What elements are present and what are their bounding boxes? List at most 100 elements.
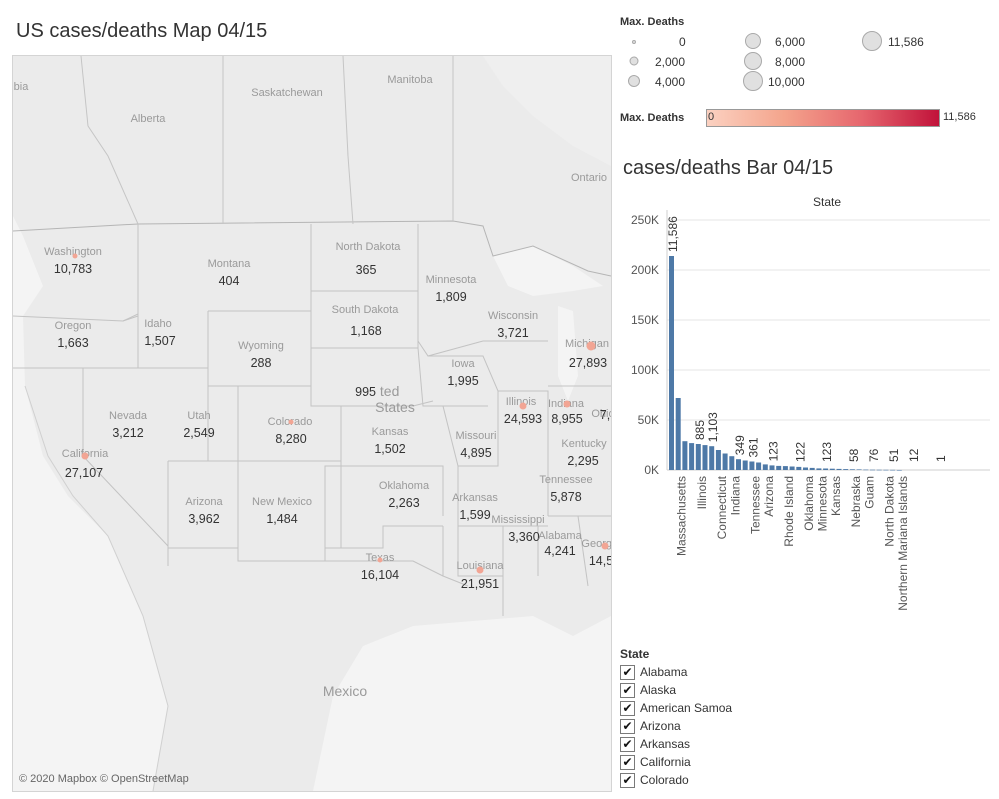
- data-label: 51: [887, 448, 901, 462]
- x-tick-label: Kansas: [829, 476, 843, 516]
- state-death-marker-louisiana[interactable]: [476, 566, 484, 574]
- x-tick-label: Illinois: [695, 476, 709, 509]
- bar-chart: State 0K 50K 100K 150K 200K 250K 11,586 885 1,103…: [631, 195, 990, 611]
- bar: [695, 444, 701, 470]
- bar: [749, 461, 755, 470]
- filter-item[interactable]: ✔ Arkansas: [620, 735, 690, 753]
- size-legend-circle: [632, 40, 636, 44]
- bar-chart-title: cases/deaths Bar 04/15: [623, 157, 834, 179]
- state-value-kentucky: 2,295: [567, 454, 599, 468]
- state-death-marker-colorado[interactable]: [288, 419, 294, 425]
- filter-item[interactable]: ✔ California: [620, 753, 691, 771]
- state-value-iowa: 1,995: [447, 374, 479, 388]
- data-label: 12: [907, 448, 921, 462]
- filter-item[interactable]: ✔ Alaska: [620, 681, 676, 699]
- bar: [870, 469, 875, 471]
- state-death-marker-illinois[interactable]: [519, 402, 527, 410]
- filter-item[interactable]: ✔ Colorado: [620, 771, 689, 789]
- state-death-marker-michigan[interactable]: [586, 341, 596, 351]
- country-label-mexico: Mexico: [322, 683, 368, 699]
- size-legend-label: 11,586: [888, 35, 924, 49]
- y-tick-label: 250K: [631, 213, 659, 227]
- state-death-marker-indiana[interactable]: [563, 400, 571, 408]
- state-value-illinois: 24,593: [503, 412, 543, 426]
- bar: [729, 456, 735, 470]
- filter-checkbox[interactable]: ✔: [620, 772, 635, 788]
- color-gradient-bar: [706, 109, 940, 127]
- filter-checkbox[interactable]: ✔: [620, 700, 635, 716]
- state-label-wisconsin: Wisconsin: [487, 310, 539, 322]
- filter-checkbox[interactable]: ✔: [620, 754, 635, 770]
- bar: [789, 466, 795, 470]
- filter-item-label: Alaska: [640, 683, 677, 697]
- state-value-california: 27,107: [64, 466, 104, 480]
- state-death-marker-georgia[interactable]: [601, 542, 609, 550]
- region-label-ontario: Ontario: [570, 172, 608, 184]
- state-value-new-mexico: 1,484: [266, 512, 298, 526]
- data-label: 122: [793, 442, 807, 462]
- state-value-minnesota: 1,809: [435, 290, 467, 304]
- data-label: 349: [733, 435, 747, 455]
- state-value-south-dakota: 1,168: [350, 324, 382, 338]
- map-view[interactable]: Alberta Saskatchewan Manitoba Ontario bi…: [12, 55, 612, 792]
- state-death-marker-washington[interactable]: [72, 253, 78, 259]
- state-label-mississippi: Mississippi: [491, 514, 545, 526]
- bar: [742, 460, 748, 470]
- filter-item-label: American Samoa: [640, 701, 733, 715]
- data-label: 123: [820, 442, 834, 462]
- bar: [876, 469, 882, 471]
- country-label-us: 995 ted States: [355, 383, 415, 415]
- bar: [829, 468, 835, 470]
- bar: [803, 467, 808, 470]
- filter-checkbox[interactable]: ✔: [620, 682, 635, 698]
- bar: [736, 459, 741, 470]
- data-label: 76: [867, 448, 881, 462]
- state-value-georgia: 14,5: [588, 554, 612, 568]
- y-tick-label: 0K: [644, 463, 659, 477]
- filter-title: State: [620, 647, 650, 661]
- state-label-kansas: Kansas: [371, 426, 409, 438]
- color-legend-min: 0: [708, 111, 715, 123]
- filter-item[interactable]: ✔ Alabama: [620, 663, 687, 681]
- filter-checkbox[interactable]: ✔: [620, 664, 635, 680]
- region-label-alberta: Alberta: [130, 113, 166, 125]
- state-label-arizona: Arizona: [185, 496, 223, 508]
- filter-checkbox[interactable]: ✔: [620, 718, 635, 734]
- state-value-arizona: 3,962: [188, 512, 220, 526]
- x-tick-label: Guam: [862, 476, 876, 509]
- bar: [769, 465, 775, 470]
- y-tick-label: 50K: [638, 413, 659, 427]
- x-tick-label: Oklahoma: [802, 476, 816, 531]
- state-value: 995: [355, 385, 377, 399]
- bar: [823, 468, 829, 470]
- y-tick-label: 150K: [631, 313, 659, 327]
- size-legend-circle: [862, 31, 882, 51]
- state-value-oklahoma: 2,263: [388, 496, 420, 510]
- size-legend-circle: [744, 52, 762, 70]
- filter-item[interactable]: ✔ American Samoa: [620, 699, 732, 717]
- state-label-wyoming: Wyoming: [238, 340, 284, 352]
- state-label-north-dakota: North Dakota: [335, 241, 401, 253]
- state-value-montana: 404: [218, 274, 240, 288]
- state-value-tennessee: 5,878: [550, 490, 582, 504]
- data-label: 1: [934, 455, 948, 462]
- state-value-north-dakota: 365: [355, 263, 377, 277]
- state-death-marker-texas[interactable]: [377, 557, 383, 563]
- state-label-missouri: Missouri: [455, 430, 497, 442]
- filter-item-label: Colorado: [640, 773, 689, 787]
- state-label-south-dakota: South Dakota: [331, 304, 399, 316]
- state-label-montana: Montana: [207, 258, 251, 270]
- size-legend-label: 6,000: [775, 35, 806, 49]
- bar: [669, 256, 674, 470]
- data-label: 123: [767, 441, 781, 461]
- map-title: US cases/deaths Map 04/15: [16, 20, 268, 42]
- state-death-marker-california[interactable]: [81, 452, 89, 460]
- state-label-new-mexico: New Mexico: [252, 496, 312, 508]
- state-value-kansas: 1,502: [374, 442, 406, 456]
- bar: [675, 398, 681, 470]
- state-value-utah: 2,549: [183, 426, 215, 440]
- bar: [782, 466, 788, 470]
- color-legend-max: 11,586: [943, 111, 976, 123]
- filter-checkbox[interactable]: ✔: [620, 736, 635, 752]
- filter-item[interactable]: ✔ Arizona: [620, 717, 681, 735]
